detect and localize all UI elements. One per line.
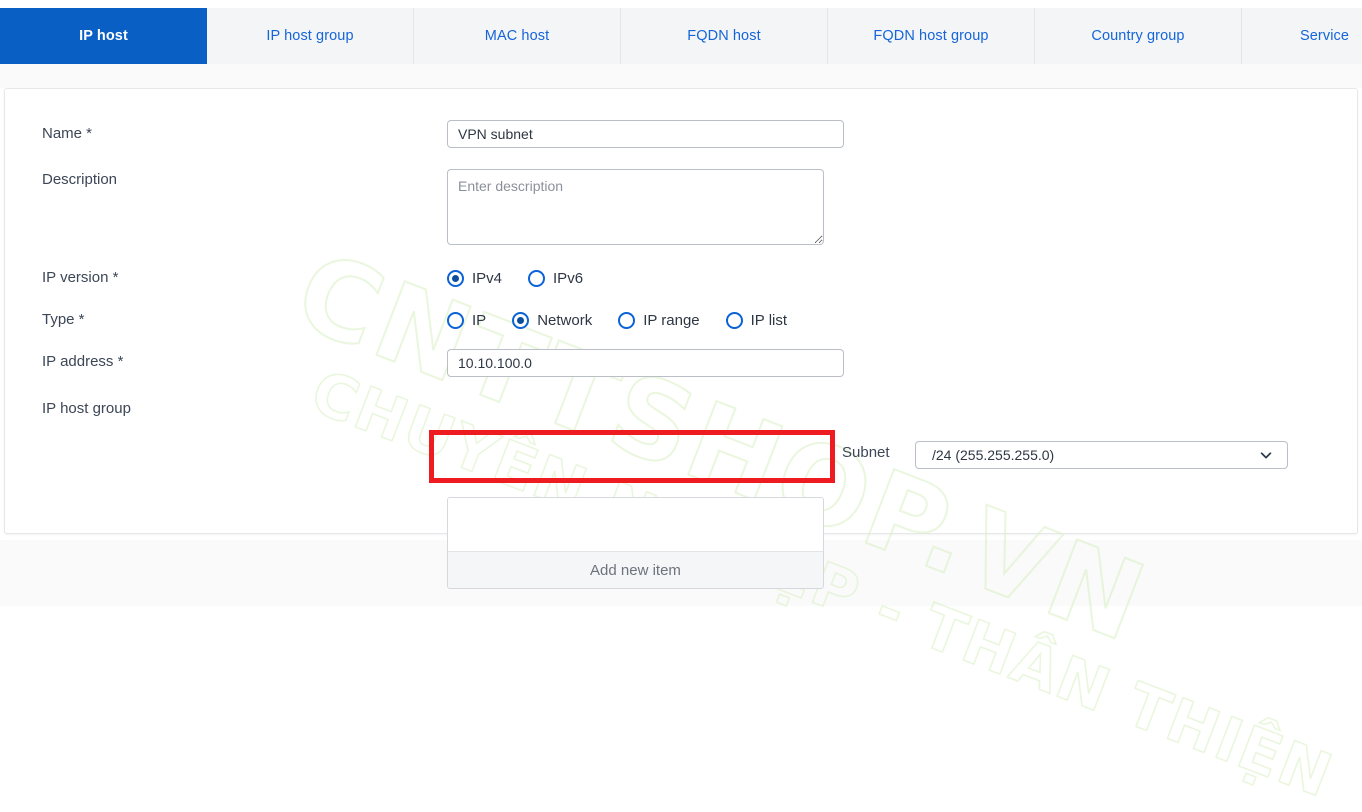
tab-label: IP host group bbox=[266, 28, 354, 44]
ip-host-form: Name * Description IP version * IPv4 IPv… bbox=[5, 89, 1357, 589]
subnet-dropdown[interactable]: /24 (255.255.255.0) bbox=[915, 441, 1288, 469]
radio-type-ip[interactable]: IP bbox=[447, 312, 486, 329]
radio-type-ip-list[interactable]: IP list bbox=[725, 312, 788, 329]
radio-button-icon bbox=[725, 312, 743, 329]
ip-version-radio-group: IPv4 IPv6 bbox=[447, 270, 583, 287]
ip-host-form-card: CNTTSHOP.VN CHUYÊN NGHIỆP - THÂN THIỆN N… bbox=[4, 88, 1358, 812]
chevron-down-icon bbox=[1260, 452, 1272, 459]
tab-country-group[interactable]: Country group bbox=[1035, 8, 1242, 64]
tab-label: MAC host bbox=[484, 28, 550, 44]
radio-label: Network bbox=[537, 312, 593, 329]
radio-button-icon bbox=[528, 270, 546, 287]
description-label: Description bbox=[42, 171, 118, 188]
radio-label: IP list bbox=[750, 312, 788, 329]
tab-ip-host-group[interactable]: IP host group bbox=[207, 8, 414, 64]
tab-label: IP host bbox=[79, 28, 128, 44]
ip-version-label: IP version * bbox=[42, 269, 119, 286]
tab-label: FQDN host bbox=[687, 28, 761, 44]
tab-fqdn-host[interactable]: FQDN host bbox=[621, 8, 828, 64]
type-label: Type * bbox=[42, 311, 85, 328]
radio-label: IPv6 bbox=[553, 270, 584, 287]
radio-button-icon bbox=[447, 270, 464, 287]
tabbar-underline-strip bbox=[0, 64, 1362, 88]
type-radio-group: IP Network IP range IP list bbox=[447, 312, 787, 329]
subnet-selected-value: /24 (255.255.255.0) bbox=[932, 447, 1055, 463]
tab-label: FQDN host group bbox=[873, 28, 989, 44]
name-input[interactable] bbox=[447, 120, 844, 148]
description-textarea[interactable] bbox=[447, 169, 824, 245]
tab-ip-host[interactable]: IP host bbox=[0, 8, 207, 64]
ip-address-field-wrap bbox=[447, 349, 844, 377]
radio-label: IP range bbox=[643, 312, 700, 329]
radio-button-icon bbox=[447, 312, 464, 329]
radio-ipv4[interactable]: IPv4 bbox=[447, 270, 502, 287]
ip-address-highlight-box bbox=[429, 430, 835, 483]
ip-address-input[interactable] bbox=[447, 349, 844, 377]
ip-address-label: IP address * bbox=[42, 353, 124, 370]
radio-ipv6[interactable]: IPv6 bbox=[528, 270, 583, 287]
radio-type-ip-range[interactable]: IP range bbox=[618, 312, 700, 329]
tab-bar: IP host IP host group MAC host FQDN host… bbox=[0, 8, 1362, 64]
radio-label: IPv4 bbox=[472, 270, 503, 287]
name-field-wrap bbox=[447, 120, 844, 148]
description-field-wrap bbox=[447, 169, 824, 250]
radio-label: IP bbox=[472, 312, 487, 329]
ip-host-group-listbox[interactable]: Add new item bbox=[447, 497, 824, 589]
tab-service[interactable]: Service bbox=[1242, 8, 1362, 64]
ip-host-group-items bbox=[448, 498, 823, 551]
tab-label: Country group bbox=[1091, 28, 1185, 44]
radio-button-icon bbox=[618, 312, 636, 329]
tab-mac-host[interactable]: MAC host bbox=[414, 8, 621, 64]
name-label: Name * bbox=[42, 125, 93, 142]
tab-label: Service bbox=[1300, 28, 1350, 44]
subnet-label: Subnet bbox=[842, 444, 890, 461]
radio-type-network[interactable]: Network bbox=[512, 312, 592, 329]
tab-fqdn-host-group[interactable]: FQDN host group bbox=[828, 8, 1035, 64]
add-new-item-button[interactable]: Add new item bbox=[448, 551, 823, 588]
radio-button-icon bbox=[512, 312, 530, 329]
ip-host-group-label: IP host group bbox=[42, 400, 131, 417]
